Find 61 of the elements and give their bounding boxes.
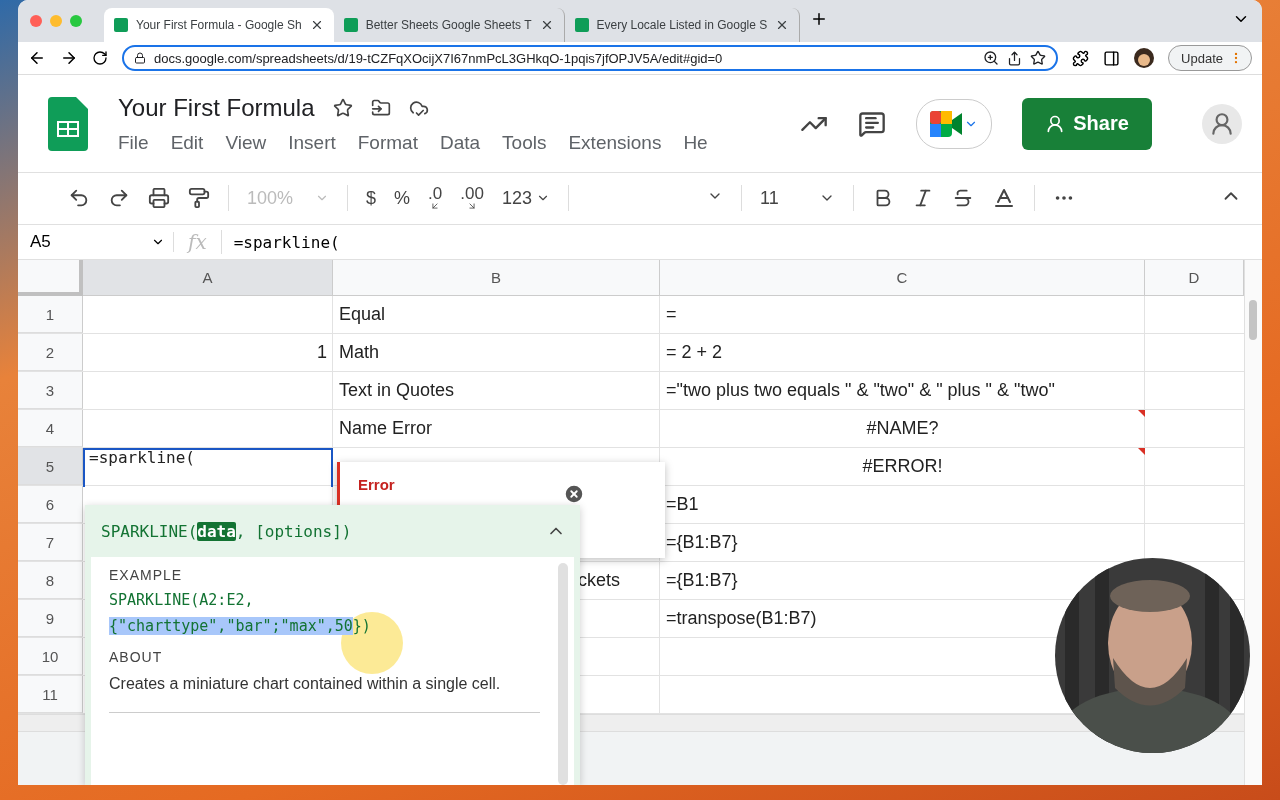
table-cell-text: Math: [338, 341, 381, 364]
menu-item[interactable]: He: [683, 131, 708, 154]
browser-tab[interactable]: Every Locale Listed in Google S: [564, 7, 801, 42]
menu-item[interactable]: Data: [439, 131, 481, 154]
increase-decimal-button[interactable]: .00: [460, 185, 484, 211]
browser-tab[interactable]: Better Sheets Google Sheets T: [333, 7, 565, 42]
number-format-dropdown[interactable]: 123: [501, 187, 550, 209]
table-cell-text: 1: [316, 341, 328, 364]
table-cell-text: ="two plus two equals " & "two" & " plus " & "two": [665, 379, 1056, 402]
column-header[interactable]: A: [83, 260, 333, 296]
formula-field[interactable]: =sparkline(: [221, 232, 340, 252]
row-header[interactable]: 10: [18, 638, 83, 675]
menu-item[interactable]: File: [118, 131, 149, 154]
table-cell-text: ={B1:B7}: [665, 569, 739, 592]
table-cell: #NAME?: [660, 410, 1145, 447]
table-cell-text: = 2 + 2: [665, 341, 724, 364]
percent-button[interactable]: %: [394, 187, 411, 209]
error-title: Error: [358, 476, 395, 493]
function-description: Creates a miniature chart contained within a single cell.: [109, 674, 502, 694]
currency-button[interactable]: $: [366, 187, 377, 209]
table-cell-text: =transpose(B1:B7): [665, 607, 818, 630]
document-title[interactable]: Your First Formula: [118, 93, 315, 122]
example-code: SPARKLINE(A2:E2,: [109, 591, 255, 609]
column-header[interactable]: B: [333, 260, 660, 296]
row-header[interactable]: 8: [18, 562, 83, 599]
table-cell-text: ={B1:B7}: [665, 531, 739, 554]
menu-item[interactable]: Edit: [170, 131, 204, 154]
row-header[interactable]: 3: [18, 372, 83, 409]
menu-item[interactable]: Extensions: [568, 131, 662, 154]
browser-tab[interactable]: Your First Formula - Google Sh: [104, 7, 334, 42]
table-cell-text: =: [665, 303, 678, 326]
row-header[interactable]: 7: [18, 524, 83, 561]
menu-item[interactable]: Format: [357, 131, 418, 154]
update-button[interactable]: Update: [1168, 45, 1252, 72]
row-header[interactable]: 4: [18, 410, 83, 447]
row-header[interactable]: 2: [18, 334, 83, 371]
table-cell-text: Equal: [338, 303, 387, 326]
menu-item[interactable]: Insert: [288, 131, 336, 154]
column-header[interactable]: C: [660, 260, 1145, 296]
column-header[interactable]: D: [1145, 260, 1244, 296]
menu-item[interactable]: Tools: [502, 131, 547, 154]
address-bar[interactable]: docs.google.com/spreadsheets/d/19-tCZFqXOcijX7I67nmPcL3GHkqO-1pqis7jfOPJV5A/edit#gid=0: [122, 45, 1059, 72]
font-size-dropdown[interactable]: 11: [759, 187, 835, 209]
function-signature: SPARKLINE(data, [options]): [101, 521, 352, 541]
cell-editor[interactable]: =sparkline(: [83, 448, 333, 485]
row-header[interactable]: 11: [18, 676, 83, 713]
table-cell-text: Name Error: [338, 417, 433, 440]
decrease-decimal-button[interactable]: .0: [428, 185, 443, 211]
about-heading: ABOUT: [109, 649, 164, 665]
row-header[interactable]: 5: [18, 448, 83, 485]
name-box[interactable]: A5: [18, 232, 174, 253]
menu-item[interactable]: View: [225, 131, 267, 154]
row-header[interactable]: 9: [18, 600, 83, 637]
row-header[interactable]: 6: [18, 486, 83, 523]
row-header[interactable]: 1: [18, 296, 83, 333]
example-heading: EXAMPLE: [109, 567, 184, 583]
table-cell-text: =B1: [665, 493, 700, 516]
share-button[interactable]: Share: [1022, 97, 1152, 150]
table-cell-text: Text in Quotes: [338, 379, 456, 402]
fx-label: fx: [174, 230, 222, 255]
table-cell-text: ckets: [577, 569, 621, 592]
